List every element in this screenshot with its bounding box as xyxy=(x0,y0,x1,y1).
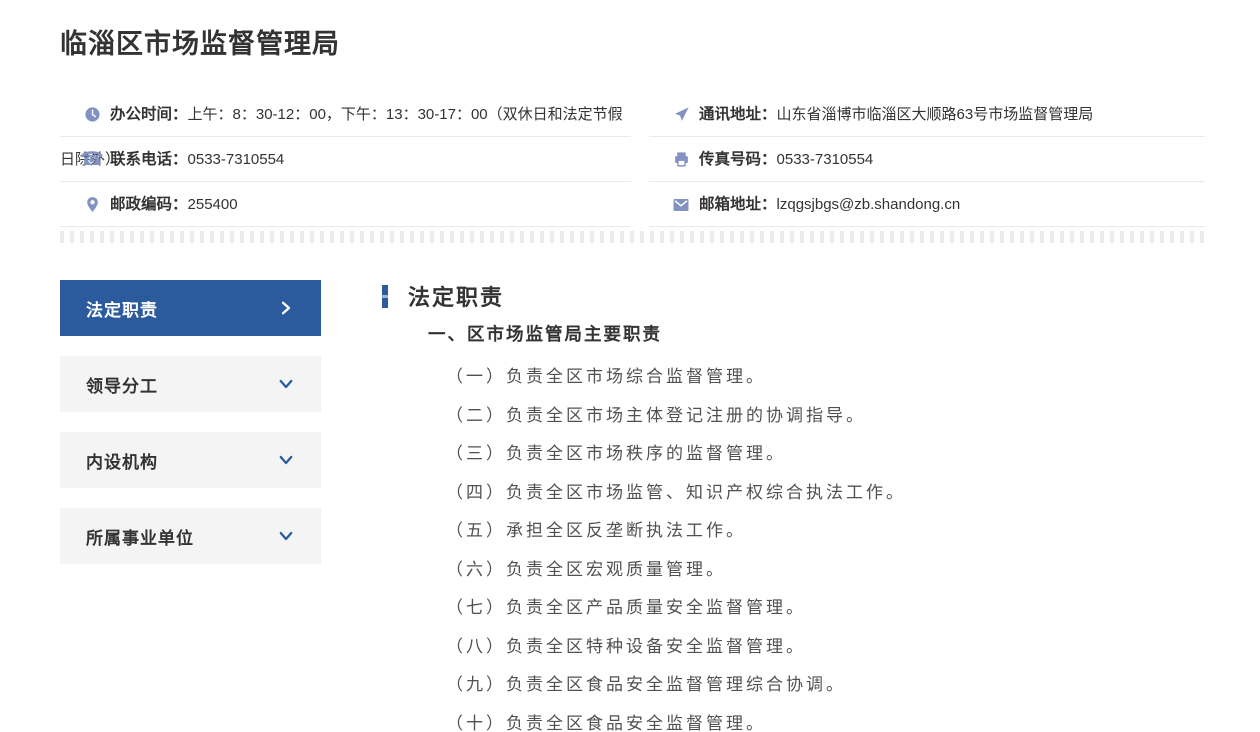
office-hours-label: 办公时间： xyxy=(110,106,188,123)
clock-icon xyxy=(80,92,104,137)
section-title: 法定职责 xyxy=(408,285,505,310)
sidebar-item-internal-departments[interactable]: 内设机构 xyxy=(60,432,321,488)
sidebar-item-statutory-duties[interactable]: 法定职责 xyxy=(60,280,321,336)
contact-info-grid: 办公时间：上午：8：30-12：00，下午：13：30-17：00（双休日和法定… xyxy=(60,92,1205,227)
fax-value: 0533-7310554 xyxy=(776,151,874,168)
chevron-down-icon xyxy=(277,451,295,469)
address-label: 通讯地址： xyxy=(699,106,777,123)
duty-item: （五）承担全区反垄断执法工作。 xyxy=(446,521,746,540)
sidebar-nav: 法定职责 领导分工 内设机构 所属事业单位 xyxy=(60,280,321,584)
email-label: 邮箱地址： xyxy=(699,196,777,213)
duty-item: （七）负责全区产品质量安全监督管理。 xyxy=(446,598,806,617)
fax-label: 传真号码： xyxy=(699,151,777,168)
subsection-title: 一、区市场监管局主要职责 xyxy=(428,324,662,344)
phone-icon: ☎ xyxy=(80,149,104,170)
address-row: 通讯地址：山东省淄博市临淄区大顺路63号市场监督管理局 xyxy=(649,92,1205,137)
duty-item: （六）负责全区宏观质量管理。 xyxy=(446,559,726,579)
duty-item: （八）负责全区特种设备安全监督管理。 xyxy=(446,636,806,656)
send-icon xyxy=(669,92,693,137)
postcode-row: 邮政编码：255400 xyxy=(60,182,631,227)
duty-item: （四）负责全区市场监管、知识产权综合执法工作。 xyxy=(446,482,906,502)
sidebar-item-leadership-division[interactable]: 领导分工 xyxy=(60,356,321,412)
postcode-value: 255400 xyxy=(187,196,238,213)
sidebar-item-label: 所属事业单位 xyxy=(86,528,194,548)
section-header: 法定职责 xyxy=(382,280,1205,312)
duty-list: （一）负责全区市场综合监督管理。 （二）负责全区市场主体登记注册的协调指导。 （… xyxy=(446,358,1205,732)
striped-divider xyxy=(60,231,1205,243)
mail-icon xyxy=(669,182,693,227)
location-icon xyxy=(80,182,104,227)
sidebar-item-label: 内设机构 xyxy=(86,452,158,472)
chevron-right-icon xyxy=(277,299,295,317)
sidebar-item-label: 领导分工 xyxy=(86,376,158,396)
sidebar-item-label: 法定职责 xyxy=(86,300,158,320)
section-marker-bar xyxy=(382,284,388,308)
fax-row: 传真号码：0533-7310554 xyxy=(649,137,1205,182)
address-value: 山东省淄博市临淄区大顺路63号市场监督管理局 xyxy=(776,106,1094,123)
phone-row: ☎ 联系电话：0533-7310554 xyxy=(60,137,631,182)
sidebar-item-affiliated-institutions[interactable]: 所属事业单位 xyxy=(60,508,321,564)
page-container: 临淄区市场监督管理局 办公时间：上午：8：30-12：00，下午：13：30-1… xyxy=(60,0,1205,732)
duty-item: （二）负责全区市场主体登记注册的协调指导。 xyxy=(446,405,866,425)
fax-icon xyxy=(669,137,693,182)
duty-item: （三）负责全区市场秩序的监督管理。 xyxy=(446,444,786,463)
main-content: 法定职责 一、区市场监管局主要职责 （一）负责全区市场综合监督管理。 （二）负责… xyxy=(382,280,1205,732)
phone-value: 0533-7310554 xyxy=(187,151,285,168)
chevron-down-icon xyxy=(277,375,295,393)
email-value: lzqgsjbgs@zb.shandong.cn xyxy=(776,196,961,213)
postcode-label: 邮政编码： xyxy=(110,196,188,213)
phone-label: 联系电话： xyxy=(110,151,188,168)
duty-item: （九）负责全区食品安全监督管理综合协调。 xyxy=(446,675,846,694)
chevron-down-icon xyxy=(277,527,295,545)
duty-item: （一）负责全区市场综合监督管理。 xyxy=(446,367,766,386)
duty-item: （十）负责全区食品安全监督管理。 xyxy=(446,713,766,732)
email-row: 邮箱地址：lzqgsjbgs@zb.shandong.cn xyxy=(649,182,1205,227)
page-title: 临淄区市场监督管理局 xyxy=(60,29,340,59)
content-row: 法定职责 领导分工 内设机构 所属事业单位 法定职责 一、区市场监管局主要职责 … xyxy=(60,280,1205,732)
office-hours-row: 办公时间：上午：8：30-12：00，下午：13：30-17：00（双休日和法定… xyxy=(60,92,631,168)
